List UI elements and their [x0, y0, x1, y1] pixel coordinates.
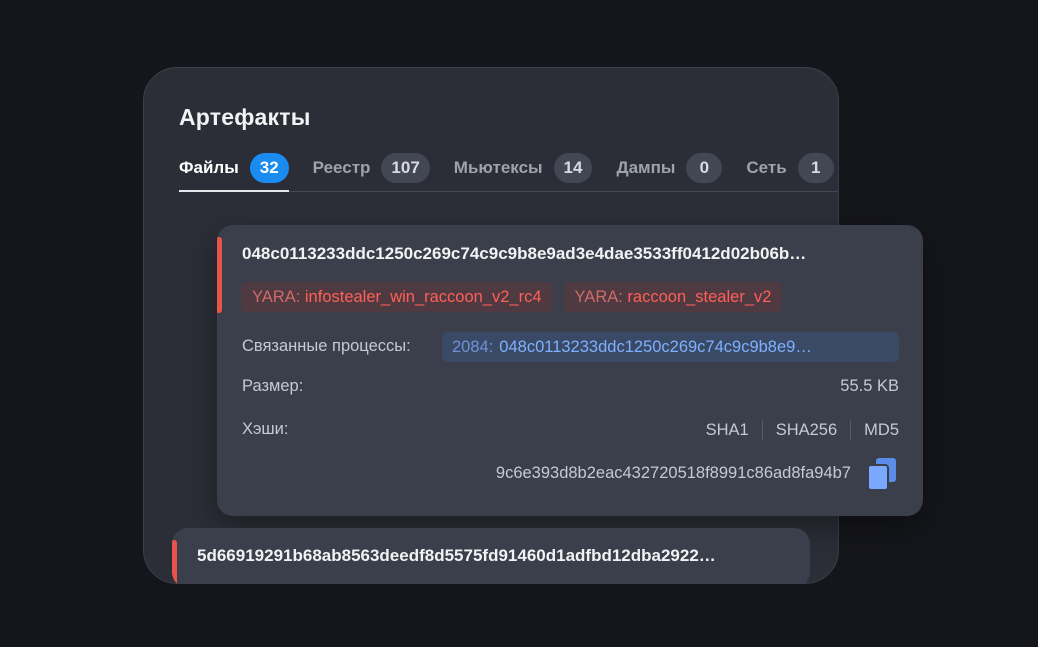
- process-pid: 2084:: [452, 337, 494, 356]
- hashes-label: Хэши:: [242, 420, 289, 438]
- process-link[interactable]: 2084: 048c0113233ddc1250c269c74c9c9b8e9…: [442, 332, 899, 362]
- tab-network[interactable]: Сеть 1: [746, 152, 834, 184]
- size-label: Размер:: [242, 377, 304, 395]
- file-card-expanded[interactable]: 048c0113233ddc1250c269c74c9c9b8e9ad3e4da…: [217, 225, 923, 516]
- tab-files[interactable]: Файлы 32: [179, 152, 289, 192]
- screen: Артефакты Файлы 32 Реестр 107 Мьютексы 1…: [0, 0, 1038, 647]
- severity-accent: [172, 540, 177, 588]
- tab-label: Сеть: [746, 158, 787, 177]
- copy-icon[interactable]: [865, 456, 899, 492]
- tag-name: infostealer_win_raccoon_v2_rc4: [304, 287, 542, 306]
- process-name: 048c0113233ddc1250c269c74c9c9b8e9…: [499, 337, 812, 356]
- tab-mutexes[interactable]: Мьютексы 14: [454, 152, 593, 184]
- divider: [850, 420, 852, 440]
- tab-dumps[interactable]: Дампы 0: [616, 152, 723, 184]
- panel-title: Артефакты: [179, 104, 311, 130]
- count-badge: 32: [249, 153, 289, 183]
- yara-tags: YARA: infostealer_win_raccoon_v2_rc4 YAR…: [241, 282, 783, 312]
- file-hash-title: 5d66919291b68ab8563deedf8d5575fd91460d1a…: [197, 546, 716, 565]
- tab-label: Реестр: [312, 158, 371, 177]
- hash-option-sha256[interactable]: SHA256: [776, 421, 837, 440]
- tab-label: Дампы: [616, 158, 676, 177]
- file-hash-title: 048c0113233ddc1250c269c74c9c9b8e9ad3e4da…: [242, 244, 807, 263]
- tag-name: raccoon_stealer_v2: [627, 287, 772, 306]
- tab-label: Мьютексы: [453, 158, 543, 177]
- yara-tag[interactable]: YARA: raccoon_stealer_v2: [563, 282, 783, 312]
- hash-value: 9c6e393d8b2eac432720518f8991c86ad8fa94b7: [495, 464, 851, 482]
- count-badge: 14: [553, 153, 593, 183]
- yara-tag[interactable]: YARA: infostealer_win_raccoon_v2_rc4: [241, 282, 553, 312]
- tag-prefix: YARA:: [252, 287, 301, 306]
- tag-prefix: YARA:: [574, 287, 623, 306]
- file-card-collapsed[interactable]: 5d66919291b68ab8563deedf8d5575fd91460d1a…: [172, 528, 810, 588]
- hash-option-md5[interactable]: MD5: [864, 421, 899, 440]
- hash-option-sha1[interactable]: SHA1: [706, 421, 749, 440]
- divider: [761, 420, 763, 440]
- related-processes-label: Связанные процессы:: [242, 337, 411, 355]
- count-badge: 0: [686, 153, 723, 183]
- count-badge: 1: [797, 153, 834, 183]
- background-strip: [0, 584, 1038, 647]
- tab-label: Файлы: [179, 158, 239, 177]
- tab-registry[interactable]: Реестр 107: [313, 152, 430, 184]
- severity-accent: [217, 237, 222, 313]
- hash-type-switch: SHA1 SHA256 MD5: [706, 420, 899, 440]
- count-badge: 107: [381, 153, 430, 183]
- size-value: 55.5 KB: [840, 377, 899, 395]
- artifact-tabs: Файлы 32 Реестр 107 Мьютексы 14 Дампы 0 …: [179, 152, 838, 192]
